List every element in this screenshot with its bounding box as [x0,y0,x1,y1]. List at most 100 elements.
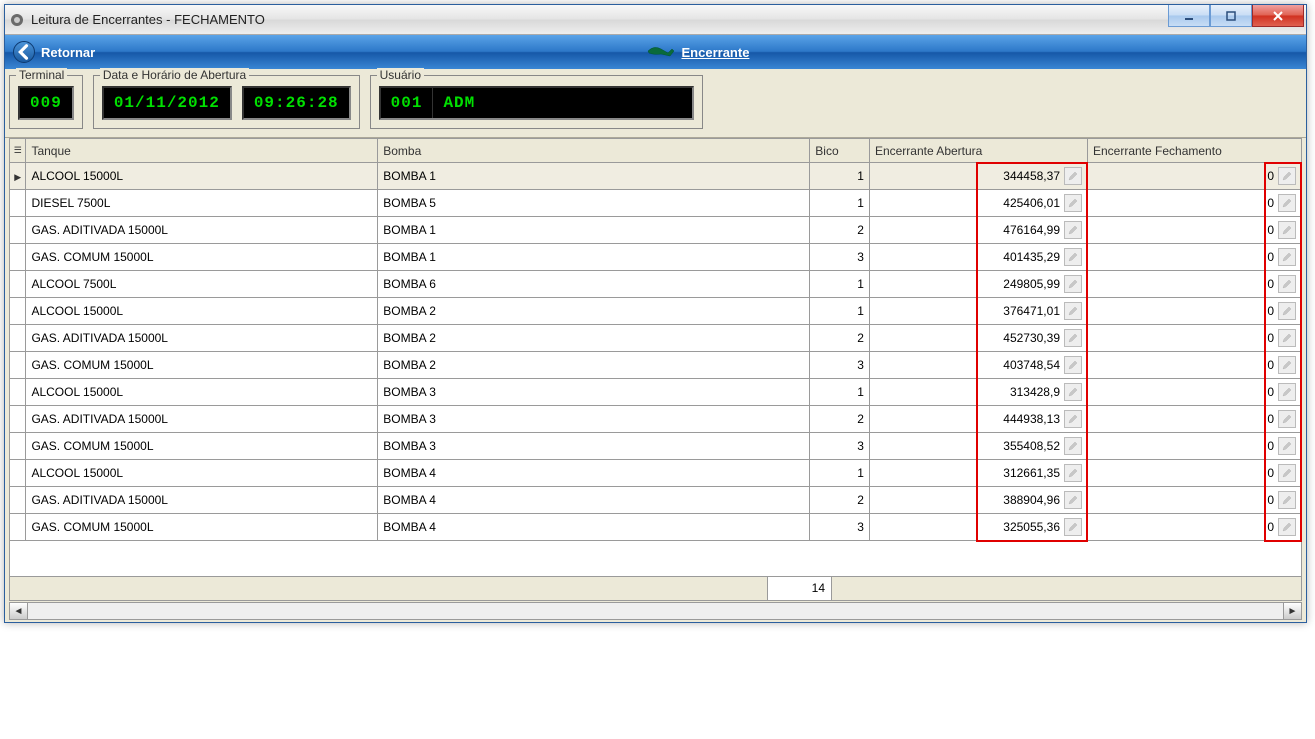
edit-icon[interactable] [1278,221,1296,239]
cell-bico[interactable]: 2 [810,487,870,514]
table-row[interactable]: ALCOOL 15000LBOMBA 21376471,010 [10,298,1302,325]
edit-icon[interactable] [1064,329,1082,347]
column-header-bomba[interactable]: Bomba [378,139,810,163]
edit-icon[interactable] [1278,167,1296,185]
edit-icon[interactable] [1064,248,1082,266]
cell-abertura[interactable]: 401435,29 [869,244,1087,271]
cell-bomba[interactable]: BOMBA 4 [378,460,810,487]
cell-bomba[interactable]: BOMBA 1 [378,217,810,244]
cell-tanque[interactable]: GAS. COMUM 15000L [26,514,378,541]
column-selector-button[interactable]: ☰ [10,139,26,163]
cell-fechamento[interactable]: 0 [1088,514,1302,541]
cell-bomba[interactable]: BOMBA 3 [378,433,810,460]
cell-fechamento[interactable]: 0 [1088,487,1302,514]
cell-bico[interactable]: 1 [810,271,870,298]
table-row[interactable]: GAS. ADITIVADA 15000LBOMBA 22452730,390 [10,325,1302,352]
cell-tanque[interactable]: GAS. ADITIVADA 15000L [26,325,378,352]
data-grid[interactable]: ☰ Tanque Bomba Bico Encerrante Abertura … [9,138,1302,541]
cell-bomba[interactable]: BOMBA 4 [378,514,810,541]
cell-bico[interactable]: 3 [810,433,870,460]
cell-abertura[interactable]: 425406,01 [869,190,1087,217]
edit-icon[interactable] [1278,248,1296,266]
cell-bomba[interactable]: BOMBA 5 [378,190,810,217]
edit-icon[interactable] [1278,194,1296,212]
cell-bomba[interactable]: BOMBA 6 [378,271,810,298]
scroll-track[interactable] [28,603,1283,619]
edit-icon[interactable] [1278,437,1296,455]
cell-abertura[interactable]: 249805,99 [869,271,1087,298]
cell-fechamento[interactable]: 0 [1088,379,1302,406]
edit-icon[interactable] [1278,518,1296,536]
horizontal-scrollbar[interactable]: ◄ ► [9,602,1302,620]
edit-icon[interactable] [1064,491,1082,509]
table-row[interactable]: GAS. COMUM 15000LBOMBA 23403748,540 [10,352,1302,379]
cell-tanque[interactable]: ALCOOL 7500L [26,271,378,298]
cell-bico[interactable]: 1 [810,460,870,487]
edit-icon[interactable] [1278,491,1296,509]
cell-bico[interactable]: 1 [810,298,870,325]
cell-bomba[interactable]: BOMBA 1 [378,163,810,190]
edit-icon[interactable] [1064,221,1082,239]
cell-bomba[interactable]: BOMBA 4 [378,487,810,514]
cell-abertura[interactable]: 388904,96 [869,487,1087,514]
table-row[interactable]: GAS. ADITIVADA 15000LBOMBA 32444938,130 [10,406,1302,433]
cell-fechamento[interactable]: 0 [1088,271,1302,298]
cell-fechamento[interactable]: 0 [1088,460,1302,487]
edit-icon[interactable] [1064,167,1082,185]
cell-bomba[interactable]: BOMBA 2 [378,325,810,352]
cell-abertura[interactable]: 355408,52 [869,433,1087,460]
column-header-bico[interactable]: Bico [810,139,870,163]
cell-abertura[interactable]: 376471,01 [869,298,1087,325]
table-row[interactable]: GAS. ADITIVADA 15000LBOMBA 42388904,960 [10,487,1302,514]
scroll-right-button[interactable]: ► [1283,603,1301,619]
table-row[interactable]: ALCOOL 15000LBOMBA 31313428,90 [10,379,1302,406]
edit-icon[interactable] [1064,410,1082,428]
table-row[interactable]: ALCOOL 15000LBOMBA 41312661,350 [10,460,1302,487]
edit-icon[interactable] [1278,275,1296,293]
cell-abertura[interactable]: 476164,99 [869,217,1087,244]
back-icon[interactable] [13,41,35,63]
cell-bico[interactable]: 1 [810,190,870,217]
edit-icon[interactable] [1064,383,1082,401]
cell-tanque[interactable]: GAS. COMUM 15000L [26,352,378,379]
edit-icon[interactable] [1278,329,1296,347]
edit-icon[interactable] [1064,356,1082,374]
cell-tanque[interactable]: DIESEL 7500L [26,190,378,217]
cell-fechamento[interactable]: 0 [1088,217,1302,244]
maximize-button[interactable] [1210,5,1252,27]
table-row[interactable]: ALCOOL 15000LBOMBA 11344458,370 [10,163,1302,190]
cell-bico[interactable]: 2 [810,406,870,433]
edit-icon[interactable] [1064,437,1082,455]
cell-tanque[interactable]: ALCOOL 15000L [26,460,378,487]
table-row[interactable]: ALCOOL 7500LBOMBA 61249805,990 [10,271,1302,298]
cell-bomba[interactable]: BOMBA 3 [378,406,810,433]
cell-fechamento[interactable]: 0 [1088,325,1302,352]
cell-fechamento[interactable]: 0 [1088,406,1302,433]
table-row[interactable]: GAS. COMUM 15000LBOMBA 13401435,290 [10,244,1302,271]
cell-bico[interactable]: 1 [810,163,870,190]
cell-fechamento[interactable]: 0 [1088,433,1302,460]
edit-icon[interactable] [1064,302,1082,320]
cell-abertura[interactable]: 313428,9 [869,379,1087,406]
cell-tanque[interactable]: GAS. ADITIVADA 15000L [26,406,378,433]
table-row[interactable]: DIESEL 7500LBOMBA 51425406,010 [10,190,1302,217]
edit-icon[interactable] [1278,356,1296,374]
back-button[interactable]: Retornar [41,45,95,60]
table-row[interactable]: GAS. COMUM 15000LBOMBA 43325055,360 [10,514,1302,541]
edit-icon[interactable] [1064,194,1082,212]
cell-bico[interactable]: 3 [810,514,870,541]
minimize-button[interactable] [1168,5,1210,27]
cell-bomba[interactable]: BOMBA 2 [378,352,810,379]
scroll-left-button[interactable]: ◄ [10,603,28,619]
cell-bico[interactable]: 3 [810,352,870,379]
cell-bico[interactable]: 2 [810,217,870,244]
edit-icon[interactable] [1064,518,1082,536]
cell-bomba[interactable]: BOMBA 1 [378,244,810,271]
cell-tanque[interactable]: ALCOOL 15000L [26,298,378,325]
cell-fechamento[interactable]: 0 [1088,190,1302,217]
table-row[interactable]: GAS. ADITIVADA 15000LBOMBA 12476164,990 [10,217,1302,244]
cell-tanque[interactable]: ALCOOL 15000L [26,163,378,190]
cell-abertura[interactable]: 325055,36 [869,514,1087,541]
cell-bomba[interactable]: BOMBA 2 [378,298,810,325]
column-header-abertura[interactable]: Encerrante Abertura [869,139,1087,163]
